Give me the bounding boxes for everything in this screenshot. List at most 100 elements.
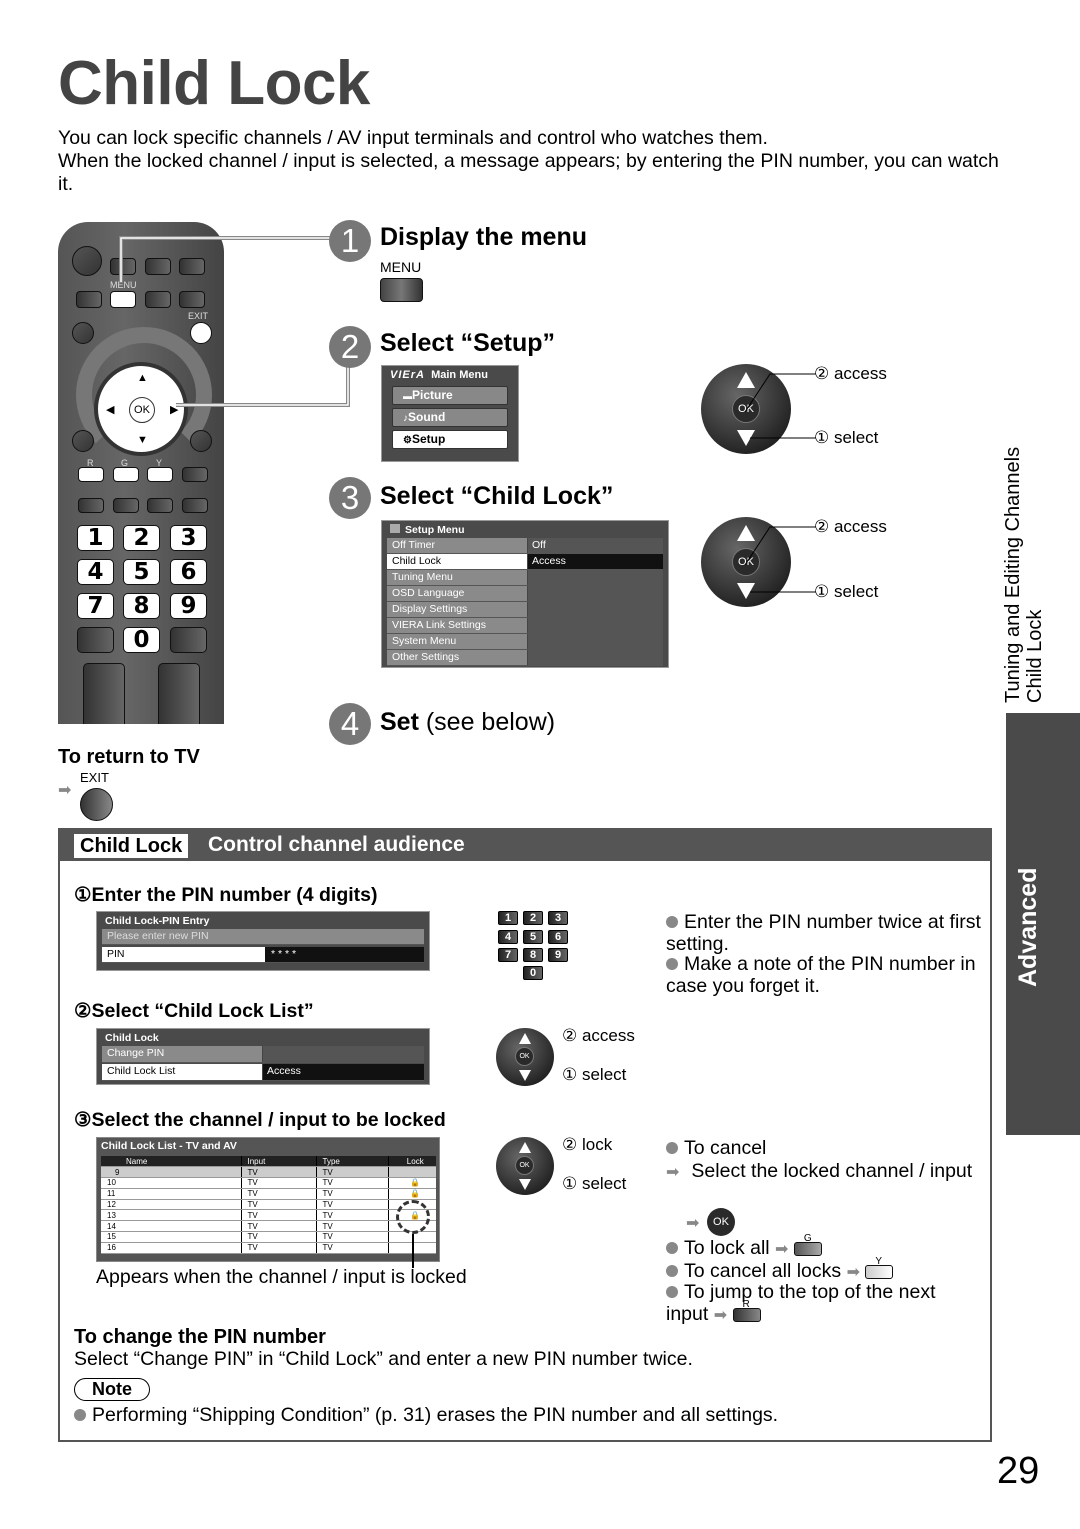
pin-note-text: Make a note of the PIN number in case yo… xyxy=(666,953,976,997)
select-caption: ① select xyxy=(814,428,879,447)
yellow-button-icon: Y xyxy=(865,1256,894,1279)
pin-prompt-row: Please enter new PIN xyxy=(102,929,424,945)
nav-dpad-illustration: OK xyxy=(496,1137,554,1195)
lock-highlight-ring xyxy=(396,1200,430,1234)
picture-icon: ▬ xyxy=(403,391,412,401)
cell-input: TV xyxy=(240,1220,316,1233)
step-2-title: Select “Setup” xyxy=(380,329,556,357)
cell-input: TV xyxy=(240,1177,316,1189)
cell-type: TV xyxy=(315,1166,388,1179)
caption-leader-line xyxy=(412,1234,414,1268)
bullet-icon xyxy=(666,958,678,970)
setup-row: VIERA Link Settings xyxy=(387,618,663,634)
setup-icon: ⚙ xyxy=(403,435,412,446)
remote-button xyxy=(72,322,94,344)
cell-lock xyxy=(387,1166,436,1179)
tip-jump: To jump to the top of the next input ➡ R xyxy=(666,1281,966,1327)
child-lock-list-row: Child Lock List Access xyxy=(102,1064,424,1081)
change-pin-title: To change the PIN number xyxy=(74,1326,326,1348)
menu-item-sound: ♪Sound xyxy=(392,408,508,427)
select-caption: ① select xyxy=(814,582,879,601)
side-section-line-1: Tuning and Editing Channels xyxy=(1002,446,1024,703)
menu-item-label: Setup xyxy=(411,432,446,446)
remote-button xyxy=(76,291,102,308)
arrow-right-icon: ➡ xyxy=(775,1241,789,1258)
table-row: 10 TV TV 🔒 xyxy=(101,1177,436,1189)
setup-row-label: Other Settings xyxy=(387,650,527,665)
child-lock-osd: Child Lock Change PIN Child Lock List Acc… xyxy=(96,1028,430,1085)
setup-menu-osd: Setup Menu Off Timer Off Child Lock Access… xyxy=(381,520,669,668)
section-tag: Child Lock xyxy=(74,834,189,858)
tip-cancel: To cancel xyxy=(666,1137,766,1159)
pin-entry-title: Child Lock-PIN Entry xyxy=(105,915,210,927)
number-key-3: 3 xyxy=(548,911,568,925)
table-header: Name Input Type Lock xyxy=(101,1156,436,1168)
blue-key xyxy=(182,467,208,482)
table-row: 11 TV TV 🔒 xyxy=(101,1188,436,1200)
remote-button xyxy=(190,430,212,452)
setup-row-value xyxy=(527,650,663,665)
step-4-badge: 4 xyxy=(329,703,371,745)
setup-row-value xyxy=(527,570,663,585)
return-to-tv-title: To return to TV xyxy=(58,746,200,768)
row-value xyxy=(262,1046,424,1062)
cell-name: 11 xyxy=(101,1188,241,1200)
setup-row-label: Off Timer xyxy=(387,538,527,553)
arrow-right-icon: ➡ xyxy=(58,782,72,799)
child-lock-list-title: Child Lock List - TV and AV xyxy=(101,1140,237,1152)
side-section-label: Tuning and Editing Channels Child Lock xyxy=(1002,447,1046,703)
setup-row: OSD Language xyxy=(387,586,663,602)
menu-button-label: MENU xyxy=(380,259,422,275)
note-label: Note xyxy=(74,1378,150,1401)
column-header: Lock xyxy=(387,1156,436,1168)
table-row: 15 TV TV xyxy=(101,1231,436,1243)
red-key xyxy=(78,467,104,482)
tip-text: To lock all xyxy=(684,1237,770,1259)
ok-button-icon: OK xyxy=(707,1208,735,1236)
callout-lines xyxy=(119,236,350,407)
cell-name: 16 xyxy=(101,1242,241,1254)
cell-type: TV xyxy=(315,1242,388,1254)
cell-type: TV xyxy=(315,1188,388,1200)
power-button xyxy=(72,246,102,276)
cell-input: TV xyxy=(240,1209,316,1222)
red-button-icon: R xyxy=(732,1299,761,1322)
remote-button xyxy=(147,498,173,513)
setup-row-label: Display Settings xyxy=(387,602,527,617)
menu-item-setup: ⚙Setup xyxy=(392,430,508,449)
number-key-2: 2 xyxy=(523,911,543,925)
setup-row-label: VIERA Link Settings xyxy=(387,618,527,633)
setup-row: Display Settings xyxy=(387,602,663,618)
pin-entry-osd: Child Lock-PIN Entry Please enter new PI… xyxy=(96,911,430,971)
setup-row-selected: Child Lock Access xyxy=(387,554,663,570)
setup-row-value: Off xyxy=(527,538,663,553)
number-key-2: 2 xyxy=(123,525,160,551)
step-3-badge: 3 xyxy=(329,477,371,519)
number-key-5: 5 xyxy=(523,930,543,944)
tip-cancel-detail: ➡ Select the locked channel / input xyxy=(666,1160,973,1182)
row-label: Change PIN xyxy=(102,1046,262,1062)
number-key-0: 0 xyxy=(123,627,160,653)
number-key-5: 5 xyxy=(123,559,160,585)
menu-button-icon xyxy=(380,278,423,302)
number-key-3: 3 xyxy=(170,525,207,551)
section-heading: Control channel audience xyxy=(208,833,465,856)
child-lock-osd-title: Child Lock xyxy=(105,1032,159,1044)
cell-name: 13 xyxy=(101,1209,241,1222)
step-pin-title: ①Enter the PIN number (4 digits) xyxy=(74,884,378,906)
step-4-title-suffix: (see below) xyxy=(418,708,556,736)
tip-text: Select the locked channel / input xyxy=(691,1160,973,1182)
down-arrow-icon xyxy=(519,1070,531,1081)
column-header: Input xyxy=(240,1156,316,1168)
ok-icon: OK xyxy=(515,1047,534,1066)
bullet-icon xyxy=(666,1286,678,1298)
number-key-8: 8 xyxy=(523,948,543,962)
number-key-7: 7 xyxy=(498,948,518,962)
number-key-6: 6 xyxy=(548,930,568,944)
nav-dpad-illustration: OK xyxy=(496,1028,554,1086)
pin-field-value: * * * * xyxy=(262,947,424,962)
table-row: 16 TV TV xyxy=(101,1242,436,1254)
column-header: Name xyxy=(101,1156,241,1168)
tip-text: To cancel all locks xyxy=(684,1260,842,1282)
bullet-icon xyxy=(666,1265,678,1277)
